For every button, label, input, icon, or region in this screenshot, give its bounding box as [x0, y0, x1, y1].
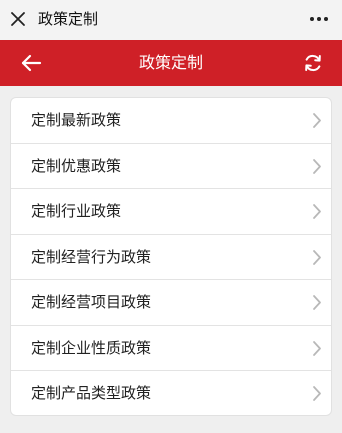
menu-item-label: 定制最新政策 [31, 111, 122, 129]
menu-item-label: 定制行业政策 [31, 202, 122, 220]
chevron-right-icon [312, 158, 322, 175]
menu-item-label: 定制经营项目政策 [31, 293, 152, 311]
refresh-icon[interactable] [303, 53, 323, 73]
menu-item-product-type-policy[interactable]: 定制产品类型政策 [11, 371, 331, 415]
app-header: 政策定制 [0, 40, 342, 86]
chevron-right-icon [312, 385, 322, 402]
menu-item-label: 定制优惠政策 [31, 156, 122, 175]
chevron-right-icon [312, 249, 322, 266]
browser-title-bar: 政策定制 [0, 0, 342, 40]
menu-item-industry-policy[interactable]: 定制行业政策 [11, 189, 331, 235]
menu-item-enterprise-type-policy[interactable]: 定制企业性质政策 [11, 326, 331, 371]
browser-title: 政策定制 [38, 10, 99, 28]
menu-item-label: 定制企业性质政策 [31, 338, 152, 357]
chevron-right-icon [312, 203, 322, 220]
menu-item-label: 定制经营行为政策 [31, 247, 152, 266]
menu-item-business-conduct-policy[interactable]: 定制经营行为政策 [11, 235, 331, 280]
more-dots-icon[interactable] [308, 8, 330, 30]
chevron-right-icon [312, 340, 322, 357]
policy-menu-list: 定制最新政策 定制优惠政策 定制行业政策 定制经营行为政策 定制经营项目政策 定… [10, 97, 332, 416]
menu-item-label: 定制产品类型政策 [31, 384, 152, 402]
chevron-right-icon [312, 294, 322, 311]
chevron-right-icon [312, 112, 322, 129]
close-icon[interactable] [9, 10, 27, 28]
page-title: 政策定制 [138, 53, 203, 72]
menu-item-business-project-policy[interactable]: 定制经营项目政策 [11, 280, 331, 326]
menu-item-preferential-policy[interactable]: 定制优惠政策 [11, 144, 331, 189]
menu-item-latest-policy[interactable]: 定制最新政策 [11, 98, 331, 144]
